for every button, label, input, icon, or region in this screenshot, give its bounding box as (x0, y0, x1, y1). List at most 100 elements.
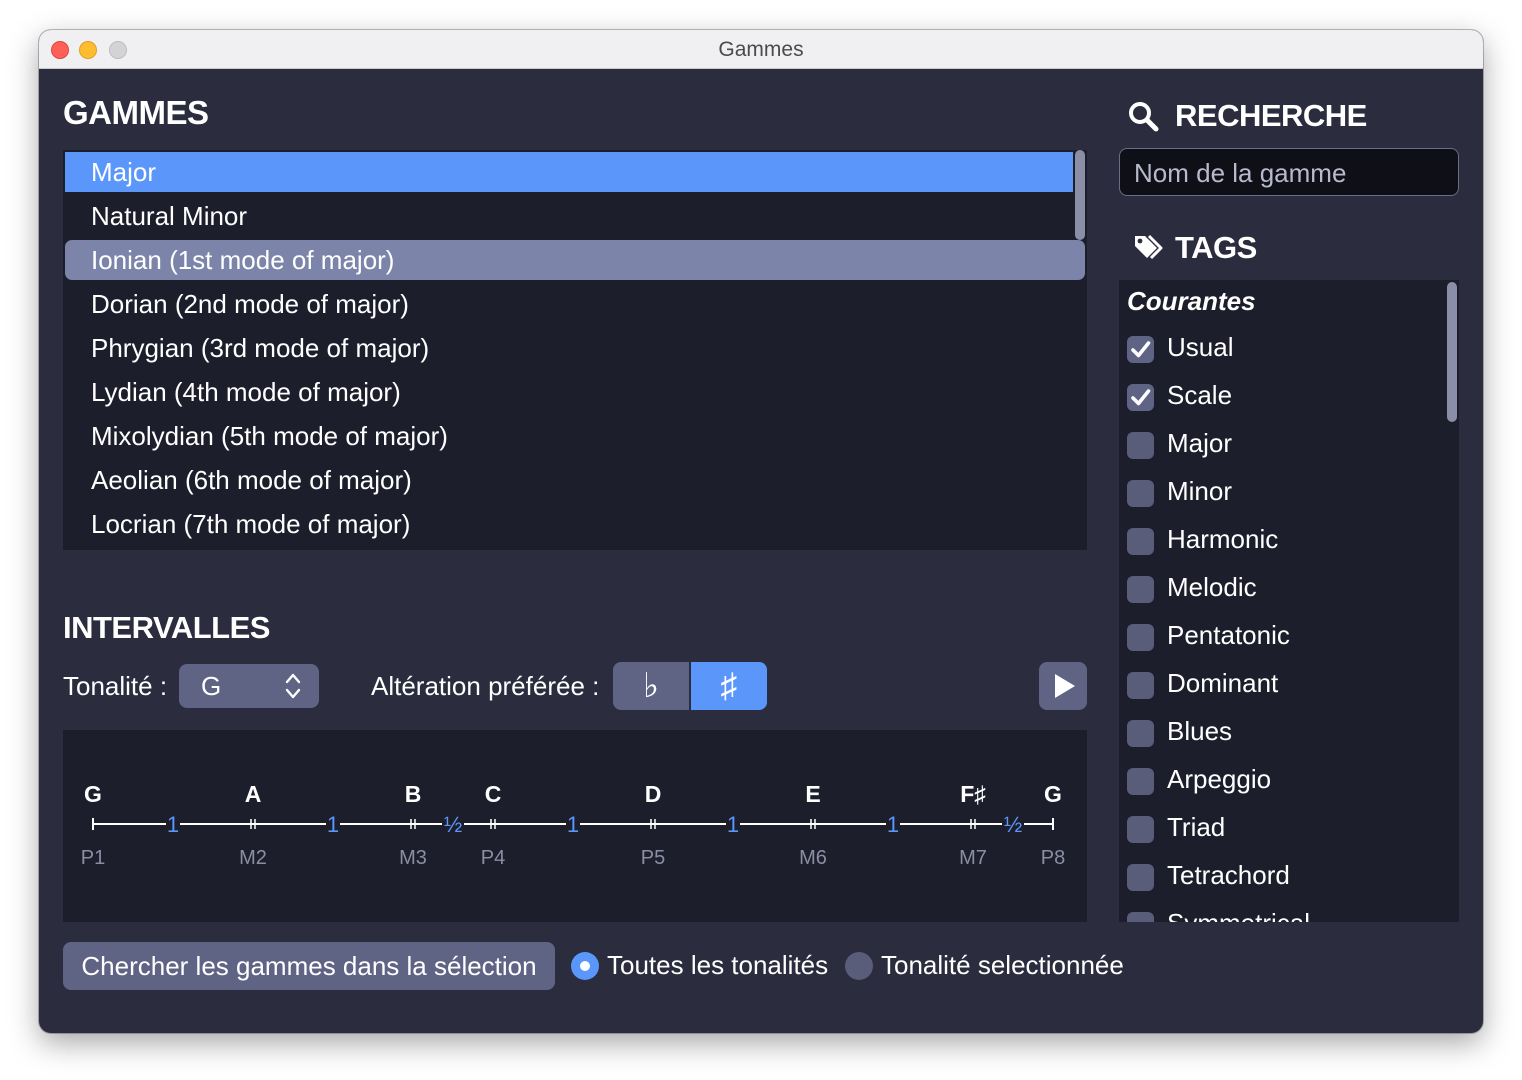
list-item[interactable]: Natural Minor (65, 196, 1085, 236)
tag-item[interactable]: Dominant (1119, 666, 1439, 706)
radio-all-tonalities[interactable] (571, 952, 599, 980)
up-down-chevron-icon (285, 673, 301, 699)
note-label: D (645, 781, 662, 807)
tags-heading: TAGS (1175, 230, 1257, 265)
radio-all-tonalities-label[interactable]: Toutes les tonalités (607, 950, 828, 981)
list-item[interactable]: Mixolydian (5th mode of major) (65, 416, 1085, 456)
degree-label: P4 (481, 847, 505, 869)
tag-label: Minor (1167, 476, 1233, 506)
tag-item[interactable]: Blues (1119, 714, 1439, 754)
list-item[interactable]: Lydian (4th mode of major) (65, 372, 1085, 412)
gammes-heading: GAMMES (63, 94, 209, 131)
tag-item[interactable]: Triad (1119, 810, 1439, 850)
checkmark-icon (1131, 389, 1151, 406)
step-label: 1 (887, 812, 899, 837)
checkbox[interactable] (1127, 624, 1154, 651)
checkbox[interactable] (1127, 720, 1154, 747)
checkbox[interactable] (1127, 768, 1154, 795)
checkbox[interactable] (1127, 576, 1154, 603)
tags-list-scrollbar[interactable] (1447, 282, 1457, 422)
radio-selected-tonality[interactable] (845, 952, 873, 980)
list-item[interactable]: Aeolian (6th mode of major) (65, 460, 1085, 500)
gammes-list-scrollbar[interactable] (1075, 150, 1085, 240)
checkbox[interactable] (1127, 912, 1154, 922)
degree-label: P8 (1041, 847, 1065, 869)
search-in-selection-button[interactable]: Chercher les gammes dans la sélection (63, 942, 555, 990)
list-item[interactable]: Ionian (1st mode of major) (65, 240, 1085, 280)
search-icon (1129, 102, 1159, 132)
tag-label: Scale (1167, 380, 1233, 410)
tag-label: Usual (1167, 332, 1234, 362)
intervals-svg: G A B C D E F♯ G P1 M2 M3 P4 P5 M6 M7 P8 1 1 ½ 1 1 1 ½ (81, 781, 1065, 869)
tag-label: Tetrachord (1167, 860, 1290, 890)
tag-item[interactable]: Symmetrical (1119, 906, 1439, 922)
flat-button[interactable]: ♭ (613, 662, 689, 710)
note-label: G (1044, 781, 1062, 807)
play-icon (1055, 674, 1075, 698)
note-label: B (405, 781, 422, 807)
tag-item[interactable]: Harmonic (1119, 522, 1439, 562)
title-bar: Gammes (39, 30, 1483, 69)
degree-label: M6 (799, 847, 827, 869)
tag-item[interactable]: Major (1119, 426, 1439, 466)
tag-label: Triad (1167, 812, 1226, 842)
tags-group-heading: Courantes (1127, 286, 1256, 316)
tag-item[interactable]: Arpeggio (1119, 762, 1439, 802)
recherche-heading: RECHERCHE (1175, 98, 1367, 133)
checkbox[interactable] (1127, 816, 1154, 843)
step-label: 1 (167, 812, 179, 837)
note-label: E (805, 781, 820, 807)
tag-item[interactable]: Scale (1119, 378, 1439, 418)
search-input[interactable] (1132, 155, 1446, 191)
checkmark-icon (1131, 341, 1151, 358)
sharp-button[interactable]: ♯ (691, 662, 767, 710)
note-label: F♯ (960, 781, 986, 807)
checkbox[interactable] (1127, 432, 1154, 459)
tag-item[interactable]: Usual (1119, 330, 1439, 370)
degree-label: P1 (81, 847, 105, 869)
checkbox[interactable] (1127, 528, 1154, 555)
tonalite-select[interactable]: G (179, 664, 319, 708)
checkbox-checked[interactable] (1127, 336, 1154, 363)
list-item-major[interactable]: Major (65, 152, 1073, 192)
tag-item[interactable]: Minor (1119, 474, 1439, 514)
degree-label: M3 (399, 847, 427, 869)
note-label: A (245, 781, 262, 807)
list-item[interactable]: Phrygian (3rd mode of major) (65, 328, 1085, 368)
checkbox[interactable] (1127, 672, 1154, 699)
tag-item[interactable]: Tetrachord (1119, 858, 1439, 898)
radio-selected-tonality-label[interactable]: Tonalité selectionnée (881, 950, 1124, 981)
checkbox-checked[interactable] (1127, 384, 1154, 411)
tag-label: Dominant (1167, 668, 1279, 698)
window-title: Gammes (718, 38, 804, 61)
gammes-window: Gammes GAMMES Major Natural Minor Ionian… (39, 30, 1483, 1033)
tag-label: Symmetrical (1167, 908, 1310, 922)
degree-label: P5 (641, 847, 665, 869)
intervals-diagram: G A B C D E F♯ G P1 M2 M3 P4 P5 M6 M7 P8 1 1 ½ 1 1 1 ½ (63, 730, 1087, 922)
tag-item[interactable]: Pentatonic (1119, 618, 1439, 658)
gammes-list: Major Natural Minor Ionian (1st mode of … (63, 150, 1087, 550)
tag-label: Arpeggio (1167, 764, 1272, 794)
note-label: C (485, 781, 502, 807)
tag-label: Harmonic (1167, 524, 1279, 554)
step-label: 1 (727, 812, 739, 837)
tag-label: Major (1167, 428, 1233, 458)
tag-label: Melodic (1167, 572, 1257, 602)
list-item[interactable]: Dorian (2nd mode of major) (65, 284, 1085, 324)
play-button[interactable] (1039, 662, 1087, 710)
tonalite-value: G (201, 671, 222, 701)
list-item[interactable]: Locrian (7th mode of major) (65, 504, 1085, 544)
tag-label: Blues (1167, 716, 1233, 746)
degree-label: M7 (959, 847, 987, 869)
tags-list: Courantes Usual Scale Major Minor Harmonic Me… (1119, 280, 1459, 922)
checkbox[interactable] (1127, 864, 1154, 891)
checkbox[interactable] (1127, 480, 1154, 507)
step-label: ½ (444, 812, 462, 837)
tags-icon (1135, 234, 1163, 260)
step-label: ½ (1004, 812, 1022, 837)
note-label: G (84, 781, 102, 807)
tonalite-label: Tonalité : (63, 671, 168, 701)
tag-item[interactable]: Melodic (1119, 570, 1439, 610)
search-field (1119, 148, 1459, 196)
step-label: 1 (567, 812, 579, 837)
